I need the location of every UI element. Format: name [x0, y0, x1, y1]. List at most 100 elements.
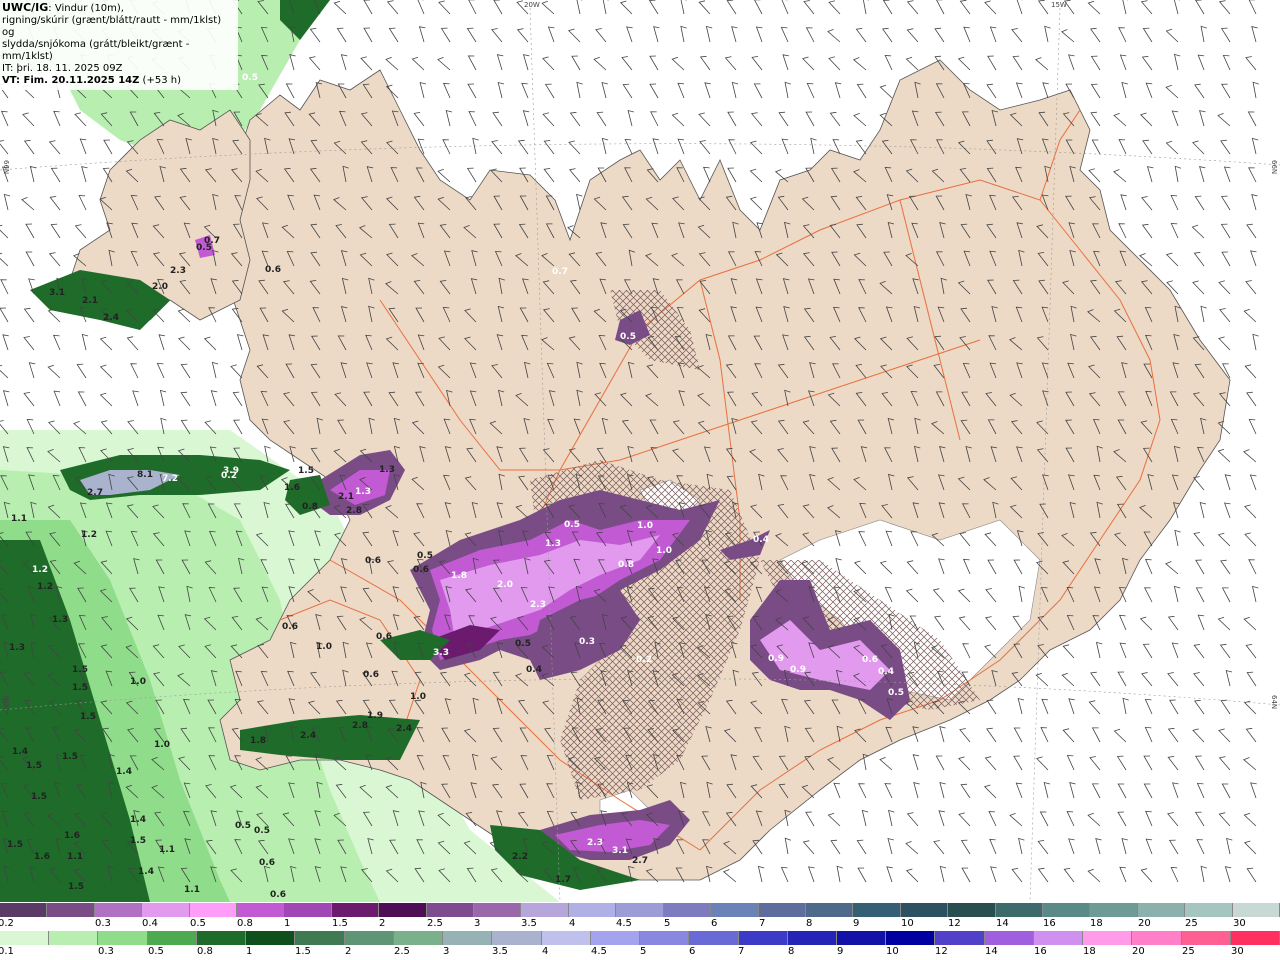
precip-value-label: 1.5 — [72, 683, 88, 693]
colorbar-label: 16 — [1034, 946, 1047, 957]
precip-value-label: 3.3 — [433, 648, 449, 658]
precip-value-label: 0.4 — [526, 665, 542, 675]
precip-value-label: 2.3 — [170, 266, 186, 276]
colorbar-swatch — [246, 931, 296, 945]
colorbar-swatch — [49, 931, 99, 945]
precip-value-label: 0.6 — [363, 670, 379, 680]
precip-value-label: 1.4 — [12, 747, 28, 757]
colorbar-label: 4 — [542, 946, 549, 957]
precip-value-label: 1.0 — [130, 677, 146, 687]
precip-value-label: 1.0 — [656, 546, 672, 556]
precip-value-label: 1.2 — [37, 582, 53, 592]
precip-value-label: 0.5 — [515, 639, 531, 649]
colorbar-label: 7 — [759, 918, 766, 929]
precip-value-label: 1.9 — [367, 711, 383, 721]
precip-value-label: 1.5 — [298, 466, 314, 476]
colorbar-swatch — [836, 931, 887, 945]
colorbar-label: 4 — [569, 918, 576, 929]
colorbar-swatch — [0, 931, 50, 945]
colorbar-swatch — [541, 931, 591, 945]
precip-value-label: 2.0 — [152, 282, 168, 292]
precip-value-label: 1.0 — [316, 642, 332, 652]
precip-value-label: 1.3 — [355, 487, 371, 497]
colorbar-swatch — [1042, 903, 1091, 917]
colorbar-swatch — [1137, 903, 1186, 917]
forecast-map[interactable]: 20W 15W 66N 66N 64N 64N 0.5 3.1 2.1 2.4 2.0 2… — [0, 0, 1280, 902]
colorbar-label: 2.5 — [427, 918, 443, 929]
colorbar-swatch — [738, 931, 788, 945]
colorbar-swatch — [590, 931, 641, 945]
colorbar-swatch — [1232, 903, 1280, 917]
legend-snow-text: slydda/snjókoma (grátt/bleikt/grænt - mm… — [2, 39, 190, 62]
colorbar-swatch — [147, 931, 197, 945]
precip-value-label: 1.0 — [410, 692, 426, 702]
precip-value-label: 0.5 — [254, 826, 270, 836]
colorbar-label: 3 — [474, 918, 481, 929]
colorbar-swatch — [886, 931, 936, 945]
precip-value-label: 1.5 — [62, 752, 78, 762]
colorbar-label: 18 — [1090, 918, 1103, 929]
precip-value-label: 0.5 — [417, 551, 433, 561]
precip-value-label: 1.4 — [130, 815, 146, 825]
precip-value-label: 1.6 — [284, 483, 300, 493]
colorbar-label: 30 — [1231, 946, 1244, 957]
colorbar-label: 2.5 — [394, 946, 410, 957]
init-time: IT: þri. 18. 11. 2025 09Z — [2, 63, 123, 74]
precip-value-label: 2.8 — [346, 506, 362, 516]
precip-value-label: 0.6 — [259, 858, 275, 868]
precip-value-label: 1.5 — [130, 836, 146, 846]
precip-value-label: 0.6 — [282, 622, 298, 632]
precip-value-label: 8.1 — [137, 470, 153, 480]
colorbar-swatch — [640, 931, 690, 945]
precip-value-label: 0.8 — [618, 560, 634, 570]
colorbar-label: 5 — [664, 918, 671, 929]
precip-value-label: 0.3 — [579, 637, 595, 647]
precip-value-label: 2.3 — [530, 600, 546, 610]
colorbar-swatch — [853, 903, 901, 917]
colorbar-swatch — [711, 903, 759, 917]
colorbar-label: 0.8 — [197, 946, 213, 957]
colorbar-swatch — [787, 931, 837, 945]
precip-value-label: 1.3 — [545, 539, 561, 549]
colorbar-swatch — [758, 903, 806, 917]
colorbar-label: 1.5 — [295, 946, 311, 957]
colorbar-swatch — [492, 931, 542, 945]
colorbar-swatch — [98, 931, 148, 945]
colorbar-swatch — [284, 903, 332, 917]
colorbar-label: 0.8 — [237, 918, 253, 929]
colorbar-swatch — [344, 931, 394, 945]
precip-value-label: 1.4 — [116, 767, 132, 777]
precip-value-label: 0.6 — [862, 655, 878, 665]
colorbar-label: 6 — [689, 946, 696, 957]
lon-20w-label: 20W — [524, 1, 540, 9]
precip-value-label: 1.8 — [451, 571, 467, 581]
precip-value-label: 1.7 — [555, 875, 571, 885]
colorbar-label: 20 — [1132, 946, 1145, 957]
precip-value-label: 2.2 — [512, 852, 528, 862]
precip-value-label: 7.2 — [162, 474, 178, 484]
colorbar-swatch — [196, 931, 247, 945]
colorbar-swatch — [237, 903, 285, 917]
precip-value-label: 0.9 — [768, 654, 784, 664]
rain-colorbar — [0, 931, 1280, 945]
colorbar-swatch — [1033, 931, 1084, 945]
colorbar-swatch — [379, 903, 427, 917]
precip-value-label: 1.2 — [32, 565, 48, 575]
precip-value-label: 1.5 — [80, 712, 96, 722]
lon-15w-label: 15W — [1051, 1, 1067, 9]
map-header: UWC/IG: Vindur (10m), rigning/skúrir (gr… — [0, 0, 238, 90]
precip-value-label: 1.2 — [81, 530, 97, 540]
colorbar-swatch — [443, 931, 493, 945]
legend-rain-text: rigning/skúrir (grænt/blátt/rautt - mm/1… — [2, 15, 222, 38]
colorbar-label: 9 — [837, 946, 844, 957]
colorbar-label: 12 — [935, 946, 948, 957]
precip-value-label: 2.0 — [497, 580, 513, 590]
precip-value-label: 0.6 — [376, 632, 392, 642]
precip-value-label: 0.4 — [753, 535, 769, 545]
colorbar-swatch — [295, 931, 345, 945]
precip-value-label: 0.7 — [552, 267, 568, 277]
precip-value-label: 0.5 — [888, 688, 904, 698]
colorbar-label: 1.5 — [332, 918, 348, 929]
precip-value-label: 1.5 — [26, 761, 42, 771]
precip-value-label: 0.2 — [636, 655, 652, 665]
